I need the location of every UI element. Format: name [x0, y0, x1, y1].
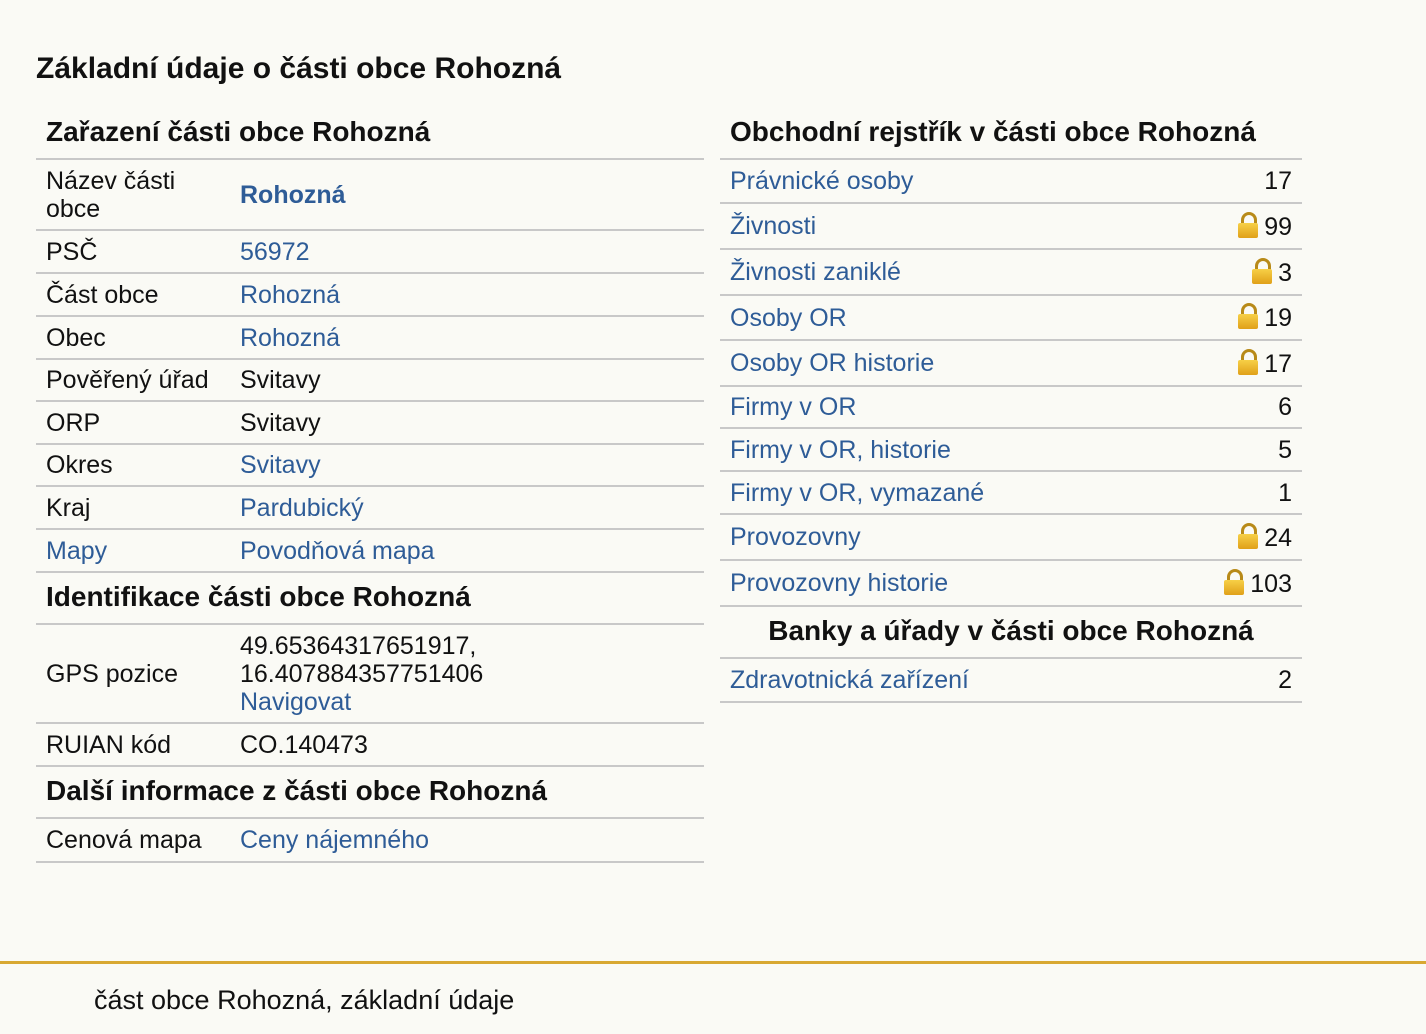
table-row: Kraj Pardubický — [36, 486, 704, 530]
ceny-najemneho-link[interactable]: Ceny nájemného — [240, 826, 429, 854]
table-row: Firmy v OR, historie 5 — [720, 428, 1302, 472]
lock-icon[interactable] — [1238, 348, 1259, 375]
table-row: Okres Svitavy — [36, 444, 704, 487]
table-row: Cenová mapa Ceny nájemného — [36, 819, 704, 863]
firmy-v-or-vymazane-link[interactable]: Firmy v OR, vymazané — [730, 479, 984, 507]
table-row: Firmy v OR, vymazané 1 — [720, 471, 1302, 515]
identifikace-table: GPS pozice 49.65364317651917, 16.4078843… — [36, 625, 704, 767]
lock-icon[interactable] — [1224, 568, 1245, 595]
table-row: Živnosti zaniklé 3 — [720, 249, 1302, 296]
right-column: Obchodní rejstřík v části obce Rohozná P… — [720, 108, 1302, 703]
table-row: Provozovny historie 103 — [720, 560, 1302, 607]
zdravotnicka-zarizeni-link[interactable]: Zdravotnická zařízení — [730, 666, 969, 694]
count: 19 — [1264, 304, 1292, 332]
dalsi-table: Cenová mapa Ceny nájemného — [36, 819, 704, 863]
count: 6 — [1160, 386, 1302, 429]
gps-label: GPS pozice — [36, 625, 230, 724]
count: 5 — [1160, 428, 1302, 472]
footer-divider — [0, 961, 1426, 964]
count: 1 — [1160, 471, 1302, 515]
obec-link[interactable]: Rohozná — [240, 324, 340, 352]
navigovat-link[interactable]: Navigovat — [240, 688, 351, 716]
zivnosti-zanikle-link[interactable]: Živnosti zaniklé — [730, 258, 901, 286]
lock-icon[interactable] — [1238, 303, 1259, 329]
obchodni-title: Obchodní rejstřík v části obce Rohozná — [720, 108, 1302, 160]
count: 103 — [1250, 569, 1292, 598]
zarazeni-table: Název části obce Rohozná PSČ 56972 Část … — [36, 160, 704, 573]
table-row: Živnosti 99 — [720, 203, 1302, 250]
table-row: Mapy Povodňová mapa — [36, 529, 704, 573]
identifikace-title: Identifikace části obce Rohozná — [36, 573, 704, 625]
page: Základní údaje o části obce Rohozná Zařa… — [0, 0, 1426, 1034]
row-label: PSČ — [36, 230, 230, 274]
count: 17 — [1264, 349, 1292, 378]
table-row: Právnické osoby 17 — [720, 160, 1302, 204]
banky-table: Zdravotnická zařízení 2 — [720, 659, 1302, 703]
row-label: Obec — [36, 316, 230, 360]
count: 99 — [1264, 212, 1292, 241]
zivnosti-link[interactable]: Živnosti — [730, 212, 816, 240]
pravnicke-osoby-link[interactable]: Právnické osoby — [730, 167, 913, 195]
table-row: Provozovny 24 — [720, 514, 1302, 561]
row-label: ORP — [36, 401, 230, 445]
table-row: ORP Svitavy — [36, 401, 704, 445]
dalsi-title: Další informace z části obce Rohozná — [36, 767, 704, 819]
count: 17 — [1160, 160, 1302, 204]
provozovny-historie-link[interactable]: Provozovny historie — [730, 569, 948, 597]
firmy-v-or-historie-link[interactable]: Firmy v OR, historie — [730, 436, 951, 464]
lock-icon[interactable] — [1238, 211, 1259, 238]
cenova-mapa-label: Cenová mapa — [36, 819, 230, 863]
table-row: Firmy v OR 6 — [720, 386, 1302, 429]
obchodni-table: Právnické osoby 17 Živnosti 99 Živnosti … — [720, 160, 1302, 607]
okres-link[interactable]: Svitavy — [240, 451, 321, 479]
table-row: Osoby OR historie 17 — [720, 340, 1302, 387]
ruian-label: RUIAN kód — [36, 723, 230, 767]
table-row: PSČ 56972 — [36, 230, 704, 274]
gps-lat: 49.65364317651917, — [240, 631, 477, 660]
banky-title: Banky a úřady v části obce Rohozná — [720, 607, 1302, 659]
row-value: Svitavy — [230, 359, 704, 402]
kraj-link[interactable]: Pardubický — [240, 494, 364, 522]
table-row: Osoby OR 19 — [720, 295, 1302, 341]
count: 24 — [1264, 523, 1292, 552]
lock-icon[interactable] — [1252, 257, 1273, 284]
cast-obce-link[interactable]: Rohozná — [240, 281, 340, 309]
row-label: Okres — [36, 444, 230, 487]
row-label: Název části obce — [36, 160, 230, 231]
lock-icon[interactable] — [1238, 522, 1259, 549]
row-label: Pověřený úřad — [36, 359, 230, 402]
table-row: GPS pozice 49.65364317651917, 16.4078843… — [36, 625, 704, 724]
gps-lon: 16.407884357751406 — [240, 659, 484, 688]
provozovny-link[interactable]: Provozovny — [730, 523, 861, 551]
page-title: Základní údaje o části obce Rohozná — [36, 52, 562, 85]
table-row: Obec Rohozná — [36, 316, 704, 360]
ruian-value: CO.140473 — [230, 723, 704, 767]
firmy-v-or-link[interactable]: Firmy v OR — [730, 393, 856, 421]
table-row: RUIAN kód CO.140473 — [36, 723, 704, 767]
row-value: Svitavy — [230, 401, 704, 445]
table-row: Pověřený úřad Svitavy — [36, 359, 704, 402]
zarazeni-title: Zařazení části obce Rohozná — [36, 108, 704, 160]
povodnova-mapa-link[interactable]: Povodňová mapa — [240, 537, 435, 565]
count: 3 — [1278, 258, 1292, 287]
osoby-or-link[interactable]: Osoby OR — [730, 304, 847, 332]
table-row: Zdravotnická zařízení 2 — [720, 659, 1302, 703]
footer-text: část obce Rohozná, základní údaje — [94, 985, 515, 1015]
psc-link[interactable]: 56972 — [240, 238, 310, 266]
nazev-link[interactable]: Rohozná — [240, 181, 346, 209]
row-label: Část obce — [36, 273, 230, 317]
count: 2 — [1234, 659, 1302, 703]
osoby-or-historie-link[interactable]: Osoby OR historie — [730, 349, 934, 377]
table-row: Část obce Rohozná — [36, 273, 704, 317]
table-row: Název části obce Rohozná — [36, 160, 704, 231]
mapy-link[interactable]: Mapy — [46, 537, 107, 565]
row-label: Kraj — [36, 486, 230, 530]
left-column: Zařazení části obce Rohozná Název části … — [36, 108, 704, 863]
